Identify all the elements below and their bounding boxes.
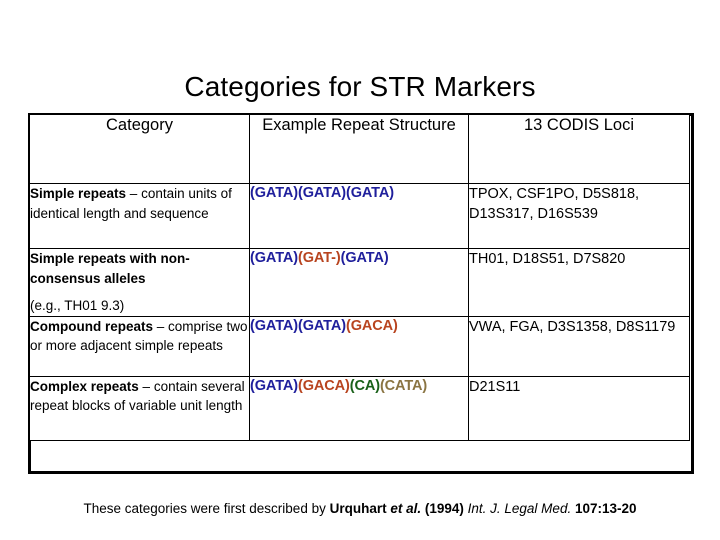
cell-codis-loci: VWA, FGA, D3S1358, D8S1179: [468, 315, 690, 377]
str-categories-table-wrapper: Category Example Repeat Structure 13 COD…: [29, 114, 690, 441]
cell-category: Compound repeats – comprise two or more …: [29, 315, 250, 377]
category-name: Simple repeats: [30, 186, 127, 201]
repeat-segment: (GATA): [250, 250, 298, 266]
citation-author: Urquhart: [329, 501, 391, 516]
category-name: Complex repeats: [30, 378, 139, 394]
category-dash: –: [126, 186, 142, 201]
repeat-segment: (GAT-): [297, 250, 341, 266]
cell-codis-loci: D21S11: [468, 375, 690, 441]
citation-lead: These categories were first described by: [83, 501, 330, 516]
table-row: Simple repeats – contain units of identi…: [29, 183, 690, 249]
repeat-segment: (GATA): [297, 185, 346, 201]
str-categories-table: Category Example Repeat Structure 13 COD…: [29, 114, 690, 441]
slide: Categories for STR Markers Category Exam…: [0, 0, 720, 540]
column-header-category: Category: [29, 114, 250, 184]
repeat-segment: (GATA): [250, 185, 298, 201]
repeat-segment: (GATA): [250, 317, 298, 334]
category-name: Compound repeats: [30, 318, 154, 334]
cell-category: Simple repeats – contain units of identi…: [29, 183, 250, 249]
citation-author-etal: et al.: [390, 501, 422, 516]
category-name: Simple repeats with non-consensus allele…: [30, 251, 190, 286]
column-header-codis-loci: 13 CODIS Loci: [468, 114, 690, 184]
cell-codis-loci: TH01, D18S51, D7S820: [468, 248, 690, 317]
citation-journal: Int. J. Legal Med.: [467, 501, 572, 516]
repeat-segment: (GATA): [250, 377, 298, 394]
repeat-segment: (CATA): [379, 377, 428, 394]
repeat-segment: (GATA): [340, 250, 389, 266]
table-row: Simple repeats with non-consensus allele…: [29, 248, 690, 317]
category-dash: –: [138, 378, 154, 394]
table-row: Complex repeats – contain several repeat…: [29, 375, 690, 441]
table-body: Simple repeats – contain units of identi…: [29, 183, 690, 441]
cell-repeat-structure: (GATA)(GATA)(GACA): [249, 315, 469, 377]
source-citation: These categories were first described by…: [0, 500, 720, 518]
repeat-segment: (GATA): [345, 185, 394, 201]
page-title: Categories for STR Markers: [184, 70, 536, 102]
repeat-segment: (CA): [349, 377, 380, 394]
repeat-segment: (GACA): [297, 377, 350, 394]
repeat-segment: (GATA): [297, 317, 346, 334]
cell-category: Complex repeats – contain several repeat…: [29, 375, 250, 441]
table-row: Compound repeats – comprise two or more …: [29, 315, 690, 377]
citation-year: (1994): [421, 501, 468, 516]
cell-repeat-structure: (GATA)(GAT-)(GATA): [249, 248, 469, 317]
citation-volume-pages: 107:13-20: [571, 501, 637, 516]
category-example-note: (e.g., TH01 9.3): [30, 298, 125, 313]
repeat-segment: (GACA): [345, 317, 398, 334]
table-header: Category Example Repeat Structure 13 COD…: [29, 114, 690, 184]
category-dash: –: [153, 318, 169, 334]
cell-codis-loci: TPOX, CSF1PO, D5S818, D13S317, D16S539: [468, 183, 690, 249]
cell-repeat-structure: (GATA)(GATA)(GATA): [249, 183, 469, 249]
cell-category: Simple repeats with non-consensus allele…: [29, 248, 250, 317]
cell-repeat-structure: (GATA)(GACA)(CA)(CATA): [249, 375, 469, 441]
table-header-row: Category Example Repeat Structure 13 COD…: [29, 114, 690, 184]
column-header-example-repeat-structure: Example Repeat Structure: [249, 114, 469, 184]
